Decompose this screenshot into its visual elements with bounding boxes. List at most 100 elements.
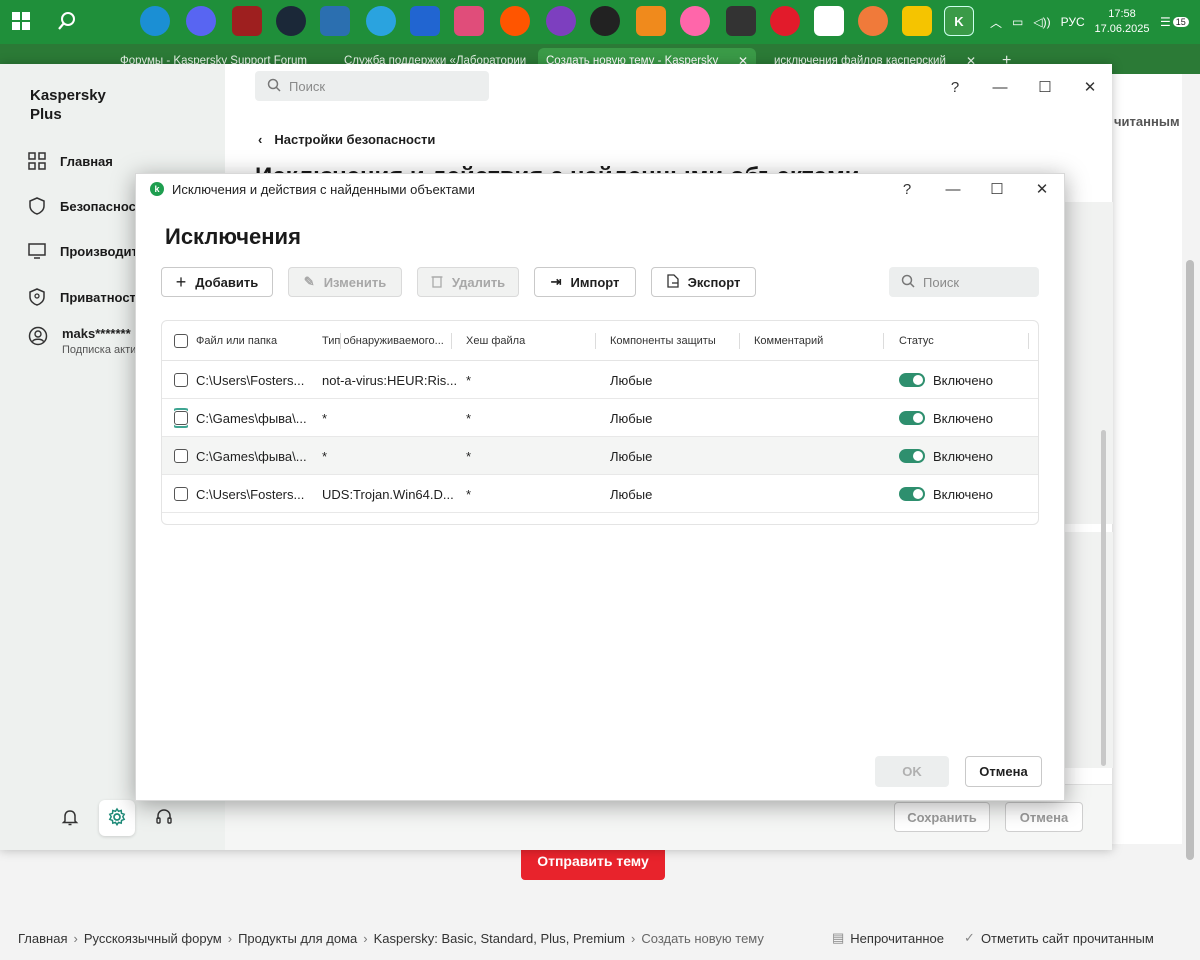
- breadcrumb-item[interactable]: Продукты для дома: [238, 931, 357, 946]
- row-checkbox[interactable]: [174, 437, 188, 475]
- volume-icon[interactable]: ◁)): [1033, 15, 1050, 29]
- close-button[interactable]: ✕: [1075, 72, 1105, 102]
- forum-right-panel: читанным: [1110, 74, 1182, 844]
- telegram-icon[interactable]: [366, 6, 396, 36]
- exclusions-table: Файл или папка Тип обнаруживаемого... Хе…: [161, 320, 1039, 525]
- trash-icon: [431, 274, 443, 291]
- kaspersky-icon[interactable]: K: [944, 6, 974, 36]
- dialog-cancel-button[interactable]: Отмена: [965, 756, 1042, 787]
- table-row[interactable]: C:\Users\Fosters... UDS:Trojan.Win64.D..…: [162, 475, 1038, 513]
- status-toggle[interactable]: [899, 487, 925, 501]
- clock-time: 17:58: [1108, 8, 1136, 20]
- column-header[interactable]: Комментарий: [754, 321, 884, 361]
- row-checkbox[interactable]: [174, 399, 188, 437]
- gear-icon: [107, 807, 127, 830]
- table-row[interactable]: C:\Users\Fosters... not-a-virus:HEUR:Ris…: [162, 361, 1038, 399]
- rockstar-icon[interactable]: [902, 6, 932, 36]
- dialog-title-bar: k Исключения и действия с найденными объ…: [150, 180, 475, 198]
- column-header[interactable]: Хеш файла: [466, 321, 596, 361]
- dota-icon[interactable]: [232, 6, 262, 36]
- notifications-button[interactable]: [52, 800, 88, 836]
- notifications-button[interactable]: ☰ 15: [1160, 0, 1189, 44]
- ok-button[interactable]: OK: [875, 756, 949, 787]
- system-tray[interactable]: ︿ ▭ ◁)) РУС: [990, 0, 1085, 44]
- add-button[interactable]: + Добавить: [161, 267, 273, 297]
- back-link[interactable]: ‹ Настройки безопасности: [258, 132, 435, 147]
- column-header[interactable]: Тип обнаруживаемого...: [322, 321, 452, 361]
- cancel-button[interactable]: Отмена: [1005, 802, 1083, 832]
- opera-icon[interactable]: [770, 6, 800, 36]
- maximize-button[interactable]: ☐: [1030, 72, 1060, 102]
- column-header[interactable]: Файл или папка: [196, 321, 341, 361]
- delete-button[interactable]: Удалить: [417, 267, 519, 297]
- mark-read-link[interactable]: Отметить сайт прочитанным: [981, 931, 1154, 946]
- column-header[interactable]: Компоненты защиты: [610, 321, 740, 361]
- kaspersky-logo-icon: k: [150, 182, 164, 196]
- search-icon[interactable]: [52, 6, 82, 36]
- monitor-icon[interactable]: [320, 6, 350, 36]
- breadcrumb-item[interactable]: Русскоязычный форум: [84, 931, 222, 946]
- row-checkbox[interactable]: [174, 475, 188, 513]
- steam-icon[interactable]: [276, 6, 306, 36]
- edit-button[interactable]: ✎ Изменить: [288, 267, 402, 297]
- status-label: Включено: [933, 410, 993, 426]
- bell-icon: [61, 808, 79, 829]
- discord-icon[interactable]: [186, 6, 216, 36]
- maximize-button[interactable]: ☐: [982, 174, 1012, 204]
- tor-icon[interactable]: [546, 6, 576, 36]
- game-icon[interactable]: [726, 6, 756, 36]
- select-all-checkbox[interactable]: [174, 321, 188, 361]
- windows-start-icon[interactable]: [6, 6, 36, 36]
- obs-icon[interactable]: [590, 6, 620, 36]
- cell-path: C:\Games\фыва\...: [196, 410, 307, 426]
- roblox-icon[interactable]: [814, 6, 844, 36]
- cell-type: not-a-virus:HEUR:Ris...: [322, 372, 457, 388]
- osu-icon[interactable]: [680, 6, 710, 36]
- minimize-button[interactable]: —: [938, 174, 968, 204]
- minimize-button[interactable]: —: [985, 72, 1015, 102]
- app-search-input[interactable]: Поиск: [255, 71, 489, 101]
- status-toggle[interactable]: [899, 373, 925, 387]
- sidebar-item-home[interactable]: Главная: [28, 152, 113, 170]
- app-scrollbar[interactable]: [1101, 430, 1106, 766]
- language-indicator[interactable]: РУС: [1061, 15, 1085, 29]
- table-row[interactable]: C:\Games\фыва\... * * Любые Включено: [162, 437, 1038, 475]
- status-toggle[interactable]: [899, 411, 925, 425]
- breadcrumb-item[interactable]: Kaspersky: Basic, Standard, Plus, Premiu…: [374, 931, 625, 946]
- table-row[interactable]: C:\Games\фыва\... * * Любые Включено: [162, 399, 1038, 437]
- clock[interactable]: 17:58 17.06.2025: [1092, 0, 1152, 44]
- cell-path: C:\Users\Fosters...: [196, 372, 305, 388]
- page-scrollbar[interactable]: [1186, 260, 1194, 860]
- status-label: Включено: [933, 486, 993, 502]
- soundcloud-icon[interactable]: [500, 6, 530, 36]
- edge-icon[interactable]: [140, 6, 170, 36]
- import-button[interactable]: ⇥ Импорт: [534, 267, 636, 297]
- chevron-up-icon[interactable]: ︿: [990, 14, 1002, 31]
- unread-link[interactable]: Непрочитанное: [850, 931, 944, 946]
- fl-studio-icon[interactable]: [636, 6, 666, 36]
- column-header[interactable]: Статус: [899, 321, 1029, 361]
- cell-type: *: [322, 410, 328, 426]
- export-button[interactable]: Экспорт: [651, 267, 756, 297]
- help-button[interactable]: ?: [892, 174, 922, 204]
- settings-button[interactable]: [99, 800, 135, 836]
- cell-type: *: [322, 448, 328, 464]
- support-button[interactable]: [146, 800, 182, 836]
- swirl-icon[interactable]: [858, 6, 888, 36]
- row-checkbox[interactable]: [174, 361, 188, 399]
- exclusions-search-input[interactable]: Поиск: [889, 267, 1039, 297]
- status-toggle[interactable]: [899, 449, 925, 463]
- shield-icon: [28, 197, 46, 215]
- pencil-icon: ✎: [303, 274, 315, 289]
- close-button[interactable]: ✕: [1027, 174, 1057, 204]
- app-icon[interactable]: [410, 6, 440, 36]
- help-button[interactable]: ?: [940, 72, 970, 102]
- plus-icon: +: [175, 271, 187, 292]
- save-button[interactable]: Сохранить: [894, 802, 990, 832]
- forum-right-text: читанным: [1114, 114, 1180, 129]
- user-icon: [28, 326, 48, 356]
- back-label: Настройки безопасности: [274, 132, 436, 147]
- privacy-shield-icon: [28, 288, 46, 306]
- breadcrumb-item[interactable]: Главная: [18, 931, 67, 946]
- photo-app-icon[interactable]: [454, 6, 484, 36]
